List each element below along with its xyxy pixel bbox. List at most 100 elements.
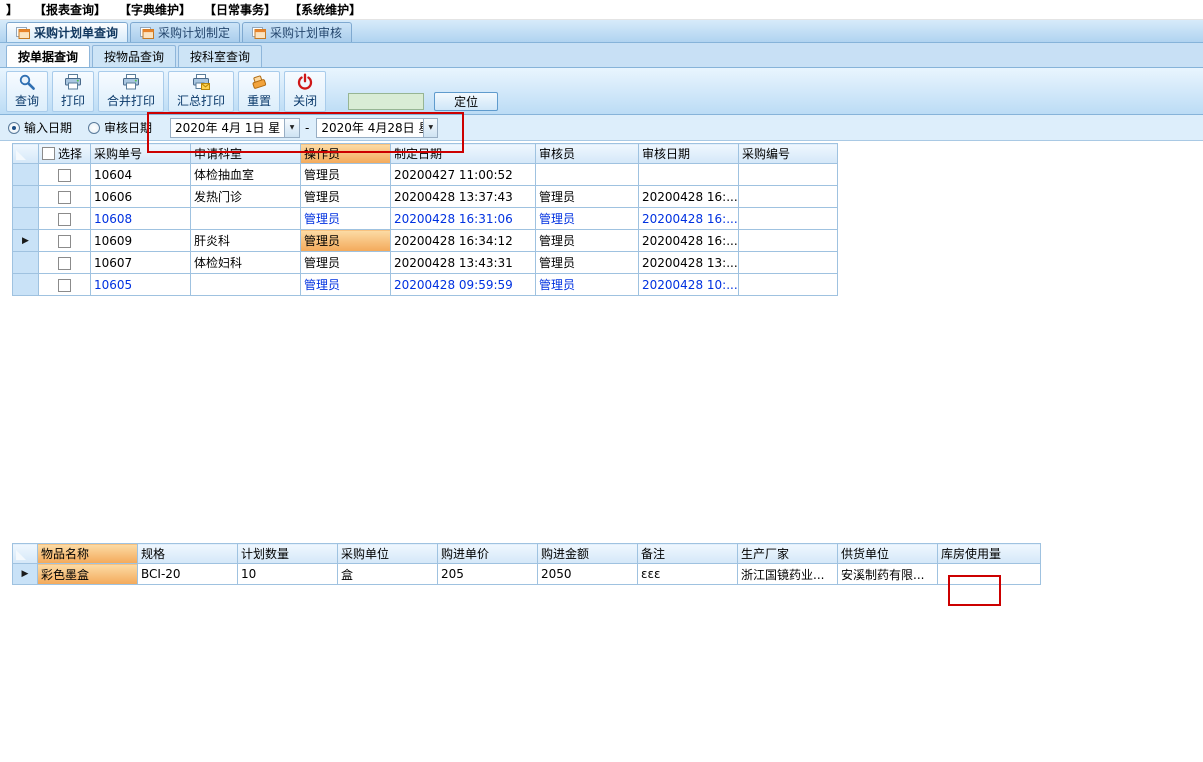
orders-cell-r3-c5[interactable]: 管理员 — [535, 207, 639, 230]
orders-cell-r3-c2[interactable] — [190, 207, 301, 230]
row-select-cell[interactable] — [38, 185, 91, 208]
orders-cell-r6-c1[interactable]: 10605 — [90, 273, 191, 296]
orders-cell-r1-c6[interactable] — [638, 163, 739, 186]
orders-cell-r5-c1[interactable]: 10607 — [90, 251, 191, 274]
items-cell-r1-c10[interactable] — [937, 563, 1041, 585]
orders-cell-r2-c3[interactable]: 管理员 — [300, 185, 391, 208]
items-column-header-4[interactable]: 采购单位 — [337, 543, 438, 564]
items-cell-r1-c9[interactable]: 安溪制药有限... — [837, 563, 938, 585]
orders-cell-r6-c4[interactable]: 20200428 09:59:59 — [390, 273, 536, 296]
orders-column-header-1[interactable]: 采购单号 — [90, 143, 191, 164]
orders-cell-r3-c6[interactable]: 20200428 16:... — [638, 207, 739, 230]
toolbar-button-3[interactable]: 合并打印 — [98, 70, 165, 112]
orders-column-header-4[interactable]: 制定日期 — [390, 143, 536, 164]
orders-cell-r4-c2[interactable]: 肝炎科 — [190, 229, 301, 252]
items-cell-r1-c1[interactable]: 彩色墨盒 — [37, 563, 138, 585]
orders-row-2[interactable]: 10606 发热门诊 管理员 20200428 13:37:43 管理员 20200428… — [12, 185, 838, 208]
orders-column-header-7[interactable]: 采购编号 — [738, 143, 838, 164]
orders-row-6[interactable]: 10605 管理员 20200428 09:59:59 管理员 20200428 10:… — [12, 273, 838, 296]
orders-cell-r6-c7[interactable] — [738, 273, 838, 296]
orders-cell-r4-c3[interactable]: 管理员 — [300, 229, 391, 252]
orders-cell-r5-c4[interactable]: 20200428 13:43:31 — [390, 251, 536, 274]
toolbar-button-5[interactable]: 重置 — [238, 70, 281, 112]
toolbar-button-2[interactable]: 打印 — [52, 70, 95, 112]
orders-cell-r6-c5[interactable]: 管理员 — [535, 273, 639, 296]
orders-row-1[interactable]: 10604 体检抽血室 管理员 20200427 11:00:52 — [12, 163, 838, 186]
orders-cell-r4-c5[interactable]: 管理员 — [535, 229, 639, 252]
orders-cell-r6-c6[interactable]: 20200428 10:... — [638, 273, 739, 296]
select-all-checkbox[interactable] — [42, 147, 55, 160]
subtab-1[interactable]: 按单据查询 — [6, 45, 91, 67]
orders-column-header-3[interactable]: 操作员 — [300, 143, 391, 164]
orders-cell-r2-c6[interactable]: 20200428 16:... — [638, 185, 739, 208]
tab-3[interactable]: 采购计划审核 — [242, 22, 353, 42]
orders-cell-r1-c3[interactable]: 管理员 — [300, 163, 391, 186]
row-select-cell[interactable] — [38, 251, 91, 274]
items-column-header-1[interactable]: 物品名称 — [37, 543, 138, 564]
orders-cell-r6-c2[interactable] — [190, 273, 301, 296]
toolbar-button-4[interactable]: 汇总打印 — [168, 70, 235, 112]
orders-cell-r4-c4[interactable]: 20200428 16:34:12 — [390, 229, 536, 252]
orders-cell-r2-c1[interactable]: 10606 — [90, 185, 191, 208]
input-date-radio[interactable] — [8, 121, 20, 134]
orders-cell-r5-c7[interactable] — [738, 251, 838, 274]
orders-cell-r3-c1[interactable]: 10608 — [90, 207, 191, 230]
items-column-header-7[interactable]: 备注 — [637, 543, 738, 564]
orders-cell-r1-c4[interactable]: 20200427 11:00:52 — [390, 163, 536, 186]
orders-row-5[interactable]: 10607 体检妇科 管理员 20200428 13:43:31 管理员 20200428… — [12, 251, 838, 274]
orders-cell-r3-c7[interactable] — [738, 207, 838, 230]
select-column-header[interactable]: 选择 — [38, 143, 91, 164]
orders-cell-r2-c5[interactable]: 管理员 — [535, 185, 639, 208]
orders-row-4[interactable]: ▶ 10609 肝炎科 管理员 20200428 16:34:12 管理员 20200428… — [12, 229, 838, 252]
items-column-header-2[interactable]: 规格 — [137, 543, 238, 564]
tab-2[interactable]: 采购计划制定 — [130, 22, 241, 42]
row-checkbox[interactable] — [58, 234, 71, 248]
orders-cell-r2-c7[interactable] — [738, 185, 838, 208]
orders-cell-r5-c3[interactable]: 管理员 — [300, 251, 391, 274]
orders-cell-r1-c7[interactable] — [738, 163, 838, 186]
items-column-header-5[interactable]: 购进单价 — [437, 543, 538, 564]
items-column-header-10[interactable]: 库房使用量 — [937, 543, 1041, 564]
menu-item-1[interactable]: 【报表查询】 — [34, 1, 106, 18]
date-from-picker[interactable]: 2020年 4月 1日 星 ▼ — [170, 117, 301, 138]
date-to-picker[interactable]: 2020年 4月28日 星 ▼ — [316, 117, 439, 138]
orders-column-header-6[interactable]: 审核日期 — [638, 143, 739, 164]
orders-cell-r6-c3[interactable]: 管理员 — [300, 273, 391, 296]
orders-cell-r5-c5[interactable]: 管理员 — [535, 251, 639, 274]
toolbar-button-6[interactable]: 关闭 — [284, 70, 327, 112]
menu-item-3[interactable]: 【日常事务】 — [204, 1, 276, 18]
items-cell-r1-c4[interactable]: 盒 — [337, 563, 438, 585]
orders-cell-r3-c4[interactable]: 20200428 16:31:06 — [390, 207, 536, 230]
orders-cell-r1-c5[interactable] — [535, 163, 639, 186]
row-checkbox[interactable] — [58, 212, 71, 226]
orders-cell-r4-c1[interactable]: 10609 — [90, 229, 191, 252]
orders-cell-r5-c2[interactable]: 体检妇科 — [190, 251, 301, 274]
orders-column-header-2[interactable]: 申请科室 — [190, 143, 301, 164]
row-checkbox[interactable] — [58, 168, 71, 182]
items-column-header-3[interactable]: 计划数量 — [237, 543, 338, 564]
items-cell-r1-c5[interactable]: 205 — [437, 563, 538, 585]
items-cell-r1-c6[interactable]: 2050 — [537, 563, 638, 585]
row-checkbox[interactable] — [58, 278, 71, 292]
quick-locate-input[interactable] — [348, 93, 425, 110]
audit-date-radio[interactable] — [88, 121, 101, 134]
orders-cell-r1-c1[interactable]: 10604 — [90, 163, 191, 186]
orders-cell-r4-c6[interactable]: 20200428 16:... — [638, 229, 739, 252]
row-checkbox[interactable] — [58, 256, 71, 270]
row-select-cell[interactable] — [38, 207, 91, 230]
date-to-dropdown-icon[interactable]: ▼ — [423, 118, 438, 137]
row-select-cell[interactable] — [38, 163, 91, 186]
orders-cell-r4-c7[interactable] — [738, 229, 838, 252]
items-column-header-8[interactable]: 生产厂家 — [737, 543, 838, 564]
row-select-cell[interactable] — [38, 273, 91, 296]
orders-cell-r2-c4[interactable]: 20200428 13:37:43 — [390, 185, 536, 208]
date-from-dropdown-icon[interactable]: ▼ — [284, 118, 300, 137]
items-column-header-9[interactable]: 供货单位 — [837, 543, 938, 564]
orders-row-3[interactable]: 10608 管理员 20200428 16:31:06 管理员 20200428 16:… — [12, 207, 838, 230]
orders-cell-r1-c2[interactable]: 体检抽血室 — [190, 163, 301, 186]
orders-cell-r2-c2[interactable]: 发热门诊 — [190, 185, 301, 208]
menu-item-2[interactable]: 【字典维护】 — [119, 1, 191, 18]
orders-column-header-5[interactable]: 审核员 — [535, 143, 639, 164]
subtab-3[interactable]: 按科室查询 — [178, 45, 263, 67]
items-cell-r1-c8[interactable]: 浙江国镜药业... — [737, 563, 838, 585]
